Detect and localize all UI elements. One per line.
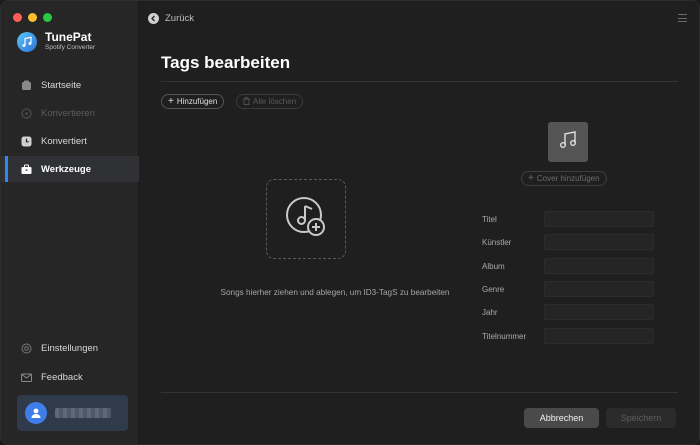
- brand-subtitle: Spotify Converter: [45, 44, 96, 51]
- hamburger-icon[interactable]: [678, 14, 687, 22]
- add-label: Hinzufügen: [176, 97, 218, 106]
- window-controls: [13, 13, 52, 22]
- album-input[interactable]: [544, 258, 654, 274]
- music-note-icon: [17, 31, 37, 52]
- sidebar: TunePat Spotify Converter Startseite Kon…: [1, 1, 139, 444]
- gear-icon: [21, 343, 32, 354]
- zoom-window-button[interactable]: [43, 13, 52, 22]
- save-button: Speichern: [606, 408, 676, 428]
- user-icon: [25, 402, 47, 424]
- trash-icon: [243, 96, 250, 107]
- cancel-button[interactable]: Abbrechen: [524, 408, 599, 428]
- titel-input[interactable]: [544, 211, 654, 227]
- drop-zone[interactable]: [266, 179, 346, 259]
- account-name-redacted: [55, 408, 111, 418]
- sidebar-bottom-nav: Einstellungen Feedback: [1, 335, 139, 390]
- field-label: Jahr: [482, 307, 498, 317]
- clear-all-button: Alle löschen: [236, 94, 304, 109]
- music-add-icon: [283, 194, 329, 245]
- sidebar-item-label: Konvertiert: [41, 135, 87, 147]
- minimize-window-button[interactable]: [28, 13, 37, 22]
- drop-hint: Songs hierher ziehen und ablegen, um ID3…: [220, 288, 450, 297]
- field-titelnummer: Titelnummer: [482, 328, 682, 344]
- field-label: Titelnummer: [482, 331, 527, 341]
- brand-name: TunePat: [45, 30, 92, 44]
- sidebar-item-werkzeuge[interactable]: Werkzeuge: [1, 156, 139, 182]
- music-note-icon: [558, 130, 578, 155]
- sidebar-item-startseite[interactable]: Startseite: [1, 72, 139, 98]
- field-label: Genre: [482, 284, 505, 294]
- kuenstler-input[interactable]: [544, 234, 654, 250]
- home-icon: [21, 80, 32, 91]
- sidebar-item-label: Feedback: [41, 371, 83, 383]
- field-jahr: Jahr: [482, 304, 682, 320]
- titelnummer-input[interactable]: [544, 328, 654, 344]
- sidebar-item-label: Werkzeuge: [41, 163, 91, 175]
- genre-input[interactable]: [544, 281, 654, 297]
- field-genre: Genre: [482, 281, 682, 297]
- sidebar-item-konvertiert[interactable]: Konvertiert: [1, 128, 139, 154]
- field-label: Titel: [482, 214, 497, 224]
- field-album: Album: [482, 258, 682, 274]
- plus-icon: +: [528, 172, 534, 184]
- add-cover-button: + Cover hinzufügen: [521, 171, 607, 186]
- field-kuenstler: Künstler: [482, 234, 682, 250]
- sidebar-item-label: Startseite: [41, 79, 82, 91]
- field-label: Künstler: [482, 237, 512, 247]
- app-window: TunePat Spotify Converter Startseite Kon…: [0, 0, 700, 445]
- field-label: Album: [482, 261, 505, 271]
- jahr-input[interactable]: [544, 304, 654, 320]
- main-panel: Zurück Tags bearbeiten + Hinzufügen Alle…: [140, 1, 699, 444]
- mail-icon: [21, 372, 32, 383]
- clock-icon: [21, 136, 32, 147]
- plus-icon: +: [168, 95, 174, 107]
- sidebar-item-label: Konvertieren: [41, 107, 95, 119]
- divider: [161, 81, 678, 82]
- page-title: Tags bearbeiten: [161, 53, 291, 72]
- convert-icon: [21, 107, 32, 119]
- add-button[interactable]: + Hinzufügen: [161, 94, 225, 109]
- sidebar-item-konvertieren: Konvertieren: [1, 100, 139, 126]
- clear-all-label: Alle löschen: [253, 97, 297, 106]
- toolbox-icon: [21, 164, 32, 175]
- brand: TunePat Spotify Converter: [17, 31, 95, 52]
- divider: [161, 392, 678, 393]
- sidebar-nav: Startseite Konvertieren Konvertiert Werk…: [1, 72, 139, 182]
- back-label: Zurück: [165, 13, 195, 24]
- close-window-button[interactable]: [13, 13, 22, 22]
- sidebar-item-einstellungen[interactable]: Einstellungen: [1, 335, 139, 361]
- sidebar-item-label: Einstellungen: [41, 342, 99, 354]
- account-panel[interactable]: [17, 395, 128, 431]
- add-cover-label: Cover hinzufügen: [536, 174, 600, 183]
- back-button[interactable]: Zurück: [148, 13, 194, 24]
- field-titel: Titel: [482, 211, 682, 227]
- sidebar-item-feedback[interactable]: Feedback: [1, 364, 139, 390]
- cover-art-placeholder: [548, 122, 588, 162]
- arrow-left-icon: [148, 13, 159, 24]
